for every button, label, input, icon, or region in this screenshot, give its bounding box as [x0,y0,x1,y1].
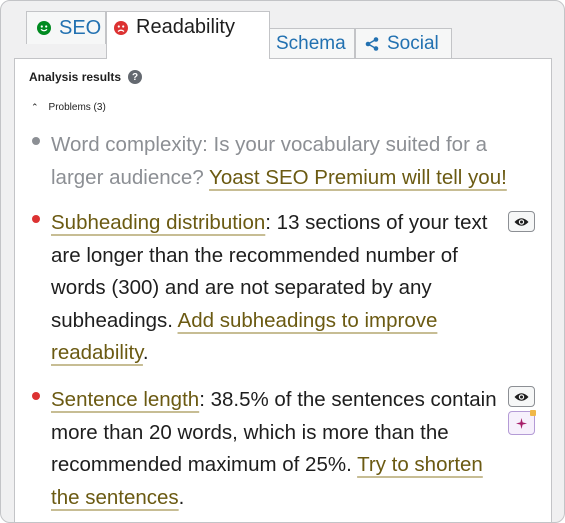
smiley-face-icon [37,21,51,35]
result-end: . [142,341,149,364]
tab-social-label: Social [387,33,439,54]
chevron-up-icon: ⌃ [31,102,39,112]
tab-seo[interactable]: SEO [26,11,106,44]
sad-face-icon [114,20,128,35]
ai-fix-button[interactable] [508,410,536,435]
tab-readability-label: Readability [136,16,235,38]
premium-badge [530,410,536,416]
analysis-heading-label: Analysis results [29,70,122,84]
problems-toggle[interactable]: ⌃ Problems (3) [31,102,106,113]
help-icon[interactable]: ? [128,70,143,84]
eye-icon [514,217,529,226]
status-bullet-grey [32,137,40,145]
share-icon [365,37,379,51]
result-text: Word complexity: Is your vocabulary suit… [51,129,507,194]
status-bullet-red [32,215,40,223]
status-bullet-red [32,392,40,400]
analysis-heading: Analysis results ? [29,70,143,84]
analysis-panel: Analysis results ? ⌃ Problems (3) Word c… [14,58,552,522]
problems-toggle-label: Problems (3) [48,102,106,113]
result-end: . [178,485,185,509]
tab-readability[interactable]: Readability [106,11,270,59]
tab-seo-label: SEO [59,16,102,39]
tab-social[interactable]: Social [355,28,452,59]
tab-schema-label: Schema [276,33,346,54]
highlight-button[interactable] [508,386,535,407]
premium-link[interactable]: Yoast SEO Premium will tell you! [209,166,507,189]
result-title-link[interactable]: Sentence length [51,388,199,411]
eye-icon [514,392,529,401]
highlight-button[interactable] [508,211,535,232]
result-text: Subheading distribution: 13 sections of … [51,207,507,370]
result-title-link[interactable]: Subheading distribution [51,211,265,234]
yoast-metabox: SEO Readability Schema Social Analysis r… [0,0,565,523]
result-text: Sentence length: 38.5% of the sentences … [51,384,507,514]
sparkle-icon [516,417,527,429]
